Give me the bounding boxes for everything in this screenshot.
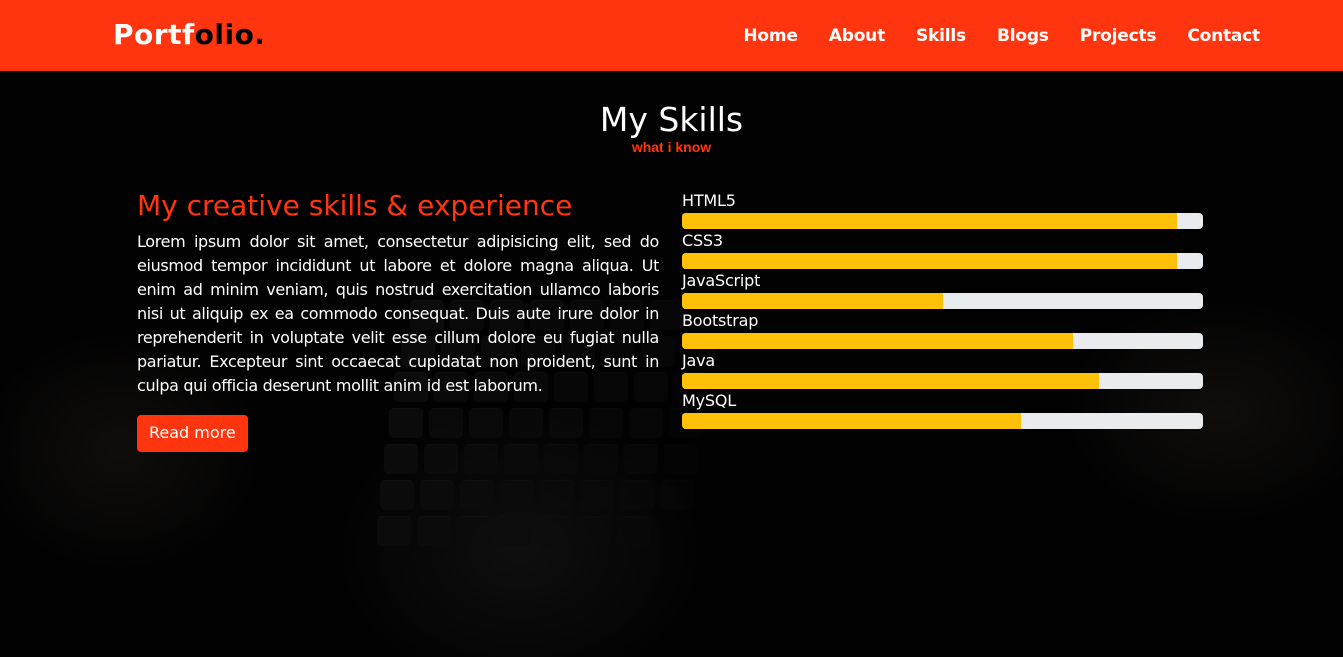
nav-link-projects[interactable]: Projects — [1080, 24, 1157, 48]
skill-progress-track — [682, 373, 1203, 389]
skill-name: CSS3 — [682, 231, 723, 250]
skills-intro: My creative skills & experience Lorem ip… — [137, 189, 659, 452]
skill-name: MySQL — [682, 391, 736, 410]
skill-progress-fill — [682, 213, 1177, 229]
skill-item-bootstrap: Bootstrap — [682, 311, 1203, 351]
skill-progress-fill — [682, 253, 1177, 269]
skill-name: JavaScript — [682, 271, 761, 290]
skill-progress-track — [682, 293, 1203, 309]
nav-menu: Home About Skills Blogs Projects Contact — [743, 24, 1260, 48]
skill-progress-track — [682, 333, 1203, 349]
nav-link-skills[interactable]: Skills — [916, 24, 966, 48]
skill-name: Bootstrap — [682, 311, 759, 330]
skill-progress-track — [682, 413, 1203, 429]
nav-link-home[interactable]: Home — [743, 24, 798, 48]
skill-bars: HTML5 CSS3 JavaScript Bootstrap Java MyS… — [682, 191, 1203, 431]
skill-item-javascript: JavaScript — [682, 271, 1203, 311]
nav-link-blogs[interactable]: Blogs — [997, 24, 1049, 48]
skill-progress-fill — [682, 413, 1021, 429]
skill-progress-track — [682, 213, 1203, 229]
skills-heading: My creative skills & experience — [137, 189, 573, 222]
skill-progress-track — [682, 253, 1203, 269]
skills-section: My Skills what i know My creative skills… — [0, 71, 1343, 657]
logo-text-part2: olio. — [194, 18, 266, 51]
skill-progress-fill — [682, 373, 1099, 389]
skill-item-html5: HTML5 — [682, 191, 1203, 231]
nav-link-about[interactable]: About — [829, 24, 885, 48]
navbar: Portfolio. Home About Skills Blogs Proje… — [0, 0, 1343, 71]
skill-name: Java — [682, 351, 715, 370]
skill-progress-fill — [682, 293, 943, 309]
skills-description: Lorem ipsum dolor sit amet, consectetur … — [137, 232, 659, 395]
skill-name: HTML5 — [682, 191, 736, 210]
skill-progress-fill — [682, 333, 1073, 349]
section-title: My Skills — [599, 100, 744, 139]
nav-link-contact[interactable]: Contact — [1187, 24, 1260, 48]
skill-item-java: Java — [682, 351, 1203, 391]
section-subtitle: what i know — [631, 139, 712, 155]
skill-item-mysql: MySQL — [682, 391, 1203, 431]
read-more-button[interactable]: Read more — [137, 415, 248, 452]
logo-text-part1: Portf — [113, 18, 195, 51]
brand-logo[interactable]: Portfolio. — [113, 19, 265, 51]
skill-item-css3: CSS3 — [682, 231, 1203, 271]
